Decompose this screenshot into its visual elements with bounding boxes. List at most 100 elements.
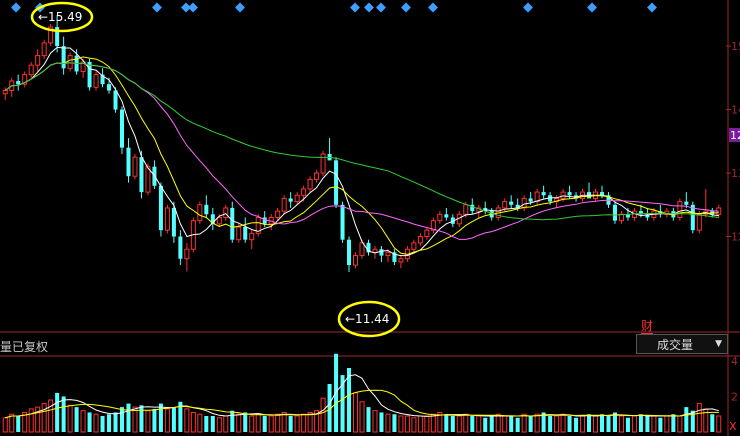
volume-bar [631,415,637,433]
volume-bar [210,416,215,432]
candle-body [126,147,131,177]
volume-bar [392,414,397,432]
volume-bar [236,413,242,433]
volume-bar [100,416,105,432]
volume-bar [567,416,572,432]
volume-bar [599,414,605,432]
volume-bar [521,413,527,433]
candle-body [139,157,144,193]
volume-bar [353,392,359,433]
candle-body [281,197,287,212]
volume-bar [67,404,73,433]
volume-bar [164,408,170,433]
chart-background [0,0,740,436]
volume-bar [28,408,34,433]
candle-body [216,216,222,225]
volume-bar [593,415,599,433]
volume-bar [495,413,501,433]
volume-tick-label: 2 [731,390,738,403]
candle-body [347,239,352,266]
volume-bar [197,413,203,433]
candle-body [677,201,683,218]
candle-body [320,153,326,174]
volume-bar [502,415,508,433]
candle-body [463,204,469,215]
candle-body [599,192,605,196]
volume-bar [417,415,423,433]
volume-bar [463,413,469,433]
volume-bar [184,408,190,433]
candle-body [314,172,320,180]
volume-panel-label: 量已复权 [0,340,49,354]
candle-body [145,166,151,193]
stock-chart[interactable]: 15 14 13 12 12. 4 2 ←15.49 ←11.44 [0,0,740,436]
volume-bar [152,408,157,432]
candle-body [236,226,242,241]
candle-body [197,204,203,222]
candle-body [567,192,572,196]
volume-bar [107,414,112,432]
candle-body [560,191,566,199]
candle-body [502,201,508,209]
candle-body [41,42,47,57]
volume-bar [320,397,326,433]
volume-bar [483,417,488,432]
volume-bar [587,414,592,432]
volume-bar [113,412,118,432]
volume-bar [574,417,579,432]
volume-bar [560,413,566,433]
candle-body [444,214,449,218]
volume-bar [158,403,163,432]
candle-body [684,201,689,205]
volume-bar [638,414,643,432]
candle-body [340,204,345,240]
candle-body [87,61,92,88]
candle-body [334,160,339,205]
volume-bar [288,416,293,432]
candle-body [204,204,209,215]
volume-bar [307,411,313,433]
candle-body [379,249,384,256]
candle-body [398,258,404,263]
volume-bar [450,416,455,432]
candle-body [93,74,99,88]
volume-bar [74,407,79,432]
volume-bar [268,415,274,433]
volume-bar [262,416,267,432]
candle-body [16,81,21,85]
financial-report-badge[interactable]: 财 [641,320,654,334]
indicator-select[interactable]: 成交量 ▼ [636,334,728,354]
volume-bar [509,416,514,432]
candle-body [132,156,138,177]
volume-bar [145,410,151,433]
volume-bar [249,415,255,433]
candle-body [28,64,34,76]
volume-bar [243,412,248,432]
candle-body [67,55,73,69]
volume-bar [366,407,371,432]
candle-body [353,255,359,266]
price-tick-label: 15 [731,40,740,53]
price-tick-label: 14 [731,104,740,117]
volume-bar [515,417,520,432]
volume-bar [411,417,417,433]
volume-bar [372,410,378,433]
volume-bar [190,411,196,433]
volume-bar [664,415,670,433]
candle-body [61,46,66,69]
volume-bar [444,414,449,432]
candle-body [696,213,702,231]
candle-body [424,229,430,238]
candle-body [2,90,8,95]
candle-body [521,197,527,209]
close-icon[interactable]: X [729,420,737,433]
volume-bar [456,415,462,433]
volume-bar [534,413,540,433]
candle-body [372,248,378,253]
volume-bar [430,413,436,433]
volume-bar [230,410,235,432]
volume-bar [359,401,365,433]
candle-body [275,210,281,218]
candle-body [184,248,190,260]
candle-body [35,55,41,66]
